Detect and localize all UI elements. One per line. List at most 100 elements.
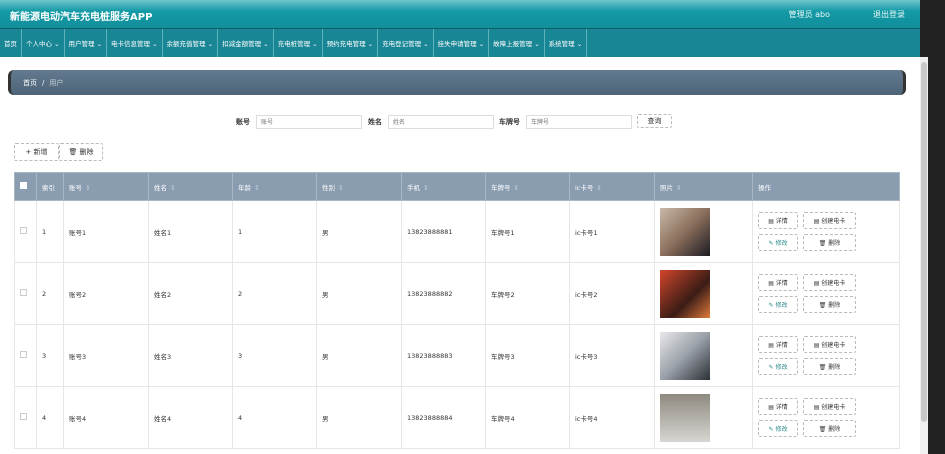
nav-item-11[interactable]: 系统管理 ⌄ [545,29,588,57]
row-checkbox[interactable] [20,413,27,420]
detail-button[interactable]: ▤ 详情 [758,336,798,353]
column-header-label: 性别 [322,183,335,192]
column-header-label: 姓名 [154,183,167,192]
scroll-thumb[interactable] [921,62,927,422]
column-header-label: 操作 [758,183,771,192]
row-select[interactable] [14,386,37,449]
sort-icon[interactable]: ⇕ [254,184,259,192]
sort-icon[interactable]: ⇕ [338,184,343,192]
row-select[interactable] [14,324,37,387]
cell-gender: 男 [316,262,402,325]
app-header: 新能源电动汽车充电桩服务APP 管理员 abo 退出登录 [0,0,920,28]
scrollbar[interactable] [920,0,945,454]
select-all-checkbox[interactable] [20,182,27,189]
cell-ic: ic卡号3 [569,324,655,387]
query-button[interactable]: 查询 [637,114,672,128]
cell-account: 账号2 [63,262,149,325]
column-header-8[interactable]: 照片 ⇕ [654,172,753,201]
column-header-7[interactable]: ic卡号 ⇕ [569,172,655,201]
table-row: 2 账号2 姓名2 2 男 13823888882 车牌号2 ic卡号2 ▤ 详情 ▤ 创建电… [14,262,900,325]
column-header-6[interactable]: 车牌号 ⇕ [485,172,570,201]
breadcrumb-current: 用户 [49,78,64,87]
sort-icon[interactable]: ⇕ [596,184,601,192]
cell-phone: 13823888882 [401,262,486,325]
create-card-button[interactable]: ▤ 创建电卡 [803,336,856,353]
sort-icon[interactable]: ⇕ [170,184,175,192]
detail-button[interactable]: ▤ 详情 [758,212,798,229]
create-card-button[interactable]: ▤ 创建电卡 [803,398,856,415]
column-header-5[interactable]: 手机 ⇕ [401,172,486,201]
column-header-0: 索引 [36,172,64,201]
column-header-2[interactable]: 姓名 ⇕ [148,172,233,201]
column-header-1[interactable]: 账号 ⇕ [63,172,149,201]
row-checkbox[interactable] [20,227,27,234]
delete-button[interactable]: 🗑 删除 [803,358,856,375]
sort-icon[interactable]: ⇕ [514,184,519,192]
row-select[interactable] [14,262,37,325]
table-row: 3 账号3 姓名3 3 男 13823888883 车牌号3 ic卡号3 ▤ 详情 ▤ 创建电… [14,324,900,387]
cell-plate: 车牌号1 [485,200,570,263]
cell-ic: ic卡号2 [569,262,655,325]
sort-icon[interactable]: ⇕ [85,184,90,192]
delete-button[interactable]: 🗑 删除 [803,420,856,437]
row-checkbox[interactable] [20,289,27,296]
nav-item-0[interactable]: 首页 [0,29,22,57]
sort-icon[interactable]: ⇕ [676,184,681,192]
cell-age: 3 [232,324,317,387]
row-checkbox[interactable] [20,351,27,358]
delete-button[interactable]: 🗑 删除 [803,296,856,313]
cell-name: 姓名1 [148,200,233,263]
nav-item-1[interactable]: 个人中心 ⌄ [22,29,65,57]
edit-button[interactable]: ✎ 修改 [758,420,798,437]
detail-button[interactable]: ▤ 详情 [758,398,798,415]
cell-phone: 13823888881 [401,200,486,263]
breadcrumb-separator: / [42,78,45,87]
edit-button[interactable]: ✎ 修改 [758,234,798,251]
logout-link[interactable]: 退出登录 [873,9,905,20]
cell-age: 2 [232,262,317,325]
delete-button[interactable]: 🗑 删除 [803,234,856,251]
create-card-button[interactable]: ▤ 创建电卡 [803,212,856,229]
account-input[interactable] [256,115,362,129]
cell-photo [654,262,753,325]
detail-button[interactable]: ▤ 详情 [758,274,798,291]
user-photo [660,269,710,318]
edit-button[interactable]: ✎ 修改 [758,358,798,375]
nav-item-6[interactable]: 充电桩管理 ⌄ [274,29,323,57]
add-button[interactable]: + 新增 [14,143,59,161]
column-header-label: 车牌号 [491,183,511,192]
cell-photo [654,324,753,387]
cell-plate: 车牌号4 [485,386,570,449]
plate-input[interactable] [526,115,632,129]
column-header-label: 账号 [69,183,82,192]
sort-icon[interactable]: ⇕ [423,184,428,192]
edit-button[interactable]: ✎ 修改 [758,296,798,313]
table-row: 4 账号4 姓名4 4 男 13823888884 车牌号4 ic卡号4 ▤ 详情 ▤ 创建电… [14,386,900,449]
nav-item-5[interactable]: 扣减金额管理 ⌄ [218,29,274,57]
column-header-3[interactable]: 年龄 ⇕ [232,172,317,201]
cell-ops: ▤ 详情 ▤ 创建电卡 ✎ 修改 🗑 删除 [752,200,900,263]
create-card-button[interactable]: ▤ 创建电卡 [803,274,856,291]
nav-item-8[interactable]: 充电登记管理 ⌄ [378,29,434,57]
select-all[interactable] [14,172,37,201]
cell-ops: ▤ 详情 ▤ 创建电卡 ✎ 修改 🗑 删除 [752,262,900,325]
cell-ops: ▤ 详情 ▤ 创建电卡 ✎ 修改 🗑 删除 [752,386,900,449]
cell-gender: 男 [316,386,402,449]
cell-gender: 男 [316,324,402,387]
batch-delete-button[interactable]: 🗑 删除 [59,143,103,161]
column-header-4[interactable]: 性别 ⇕ [316,172,402,201]
nav-item-7[interactable]: 预约充电管理 ⌄ [323,29,379,57]
plate-label: 车牌号 [499,118,520,126]
nav-item-3[interactable]: 电卡信息管理 ⌄ [107,29,163,57]
row-select[interactable] [14,200,37,263]
cell-ic: ic卡号4 [569,386,655,449]
column-header-label: 年龄 [238,183,251,192]
nav-item-2[interactable]: 用户管理 ⌄ [65,29,108,57]
nav-item-4[interactable]: 余额充值管理 ⌄ [163,29,219,57]
nav-item-9[interactable]: 挂失申请管理 ⌄ [434,29,490,57]
nav-item-10[interactable]: 故障上报管理 ⌄ [489,29,545,57]
cell-plate: 车牌号2 [485,262,570,325]
column-header-label: 照片 [660,183,673,192]
name-input[interactable] [388,115,494,129]
breadcrumb-home[interactable]: 首页 [23,78,37,88]
